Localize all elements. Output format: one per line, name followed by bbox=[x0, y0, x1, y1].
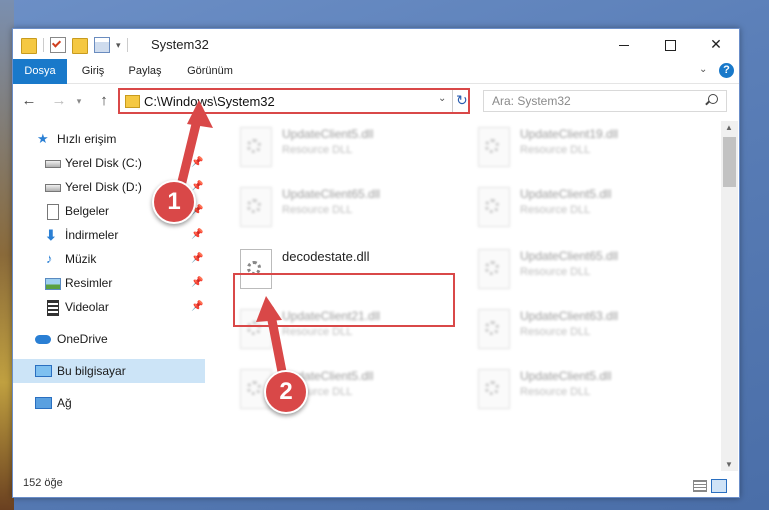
arrowhead-step-2 bbox=[256, 296, 282, 322]
step-1-badge: 1 bbox=[152, 180, 196, 224]
arrowhead-step-1 bbox=[187, 100, 213, 128]
annotation-arrows bbox=[173, 100, 289, 387]
step-2-badge: 2 bbox=[264, 370, 308, 414]
